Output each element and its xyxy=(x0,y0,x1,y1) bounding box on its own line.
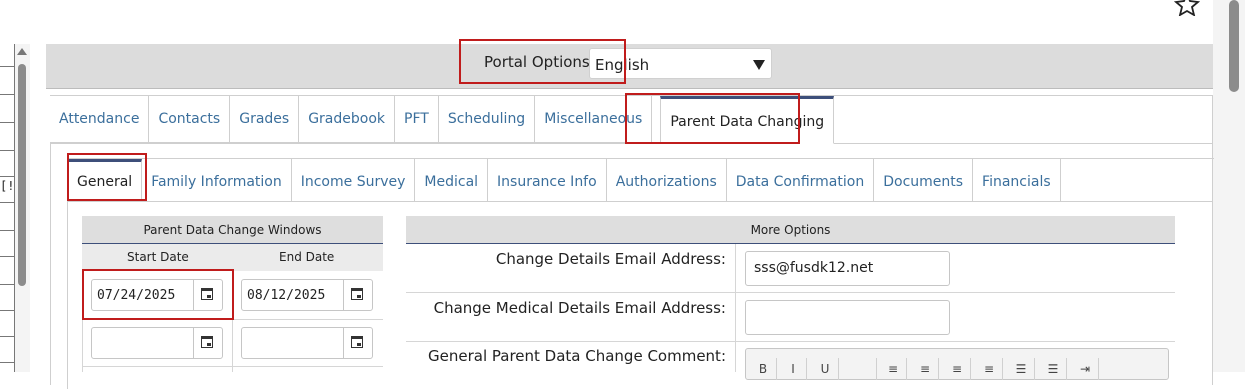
end-date-input-2[interactable] xyxy=(241,327,373,359)
tab-gradebook[interactable]: Gradebook xyxy=(299,96,396,143)
change-email-label: Change Details Email Address: xyxy=(495,250,726,268)
tab-medical[interactable]: Medical xyxy=(415,159,489,201)
left-grid-strip: [!] xyxy=(0,44,22,372)
sub-tab-bar: General Family Information Income Survey… xyxy=(68,159,1061,201)
left-scrollbar[interactable] xyxy=(15,44,30,372)
tab-contacts[interactable]: Contacts xyxy=(149,96,231,143)
numbered-list-icon[interactable]: ☰ xyxy=(1040,358,1067,380)
italic-icon[interactable]: I xyxy=(780,358,807,380)
indent-icon[interactable]: ⇥ xyxy=(1072,358,1099,380)
highlight-start-date xyxy=(82,269,234,320)
highlight-parent-data-changing xyxy=(625,93,800,144)
font-menu-icon[interactable] xyxy=(846,358,877,380)
medical-email-input[interactable] xyxy=(745,300,950,335)
medical-email-label: Change Medical Details Email Address: xyxy=(433,299,726,317)
change-windows-title: Parent Data Change Windows xyxy=(82,216,383,243)
bold-icon[interactable]: B xyxy=(750,358,777,380)
calendar-button[interactable] xyxy=(343,328,372,358)
tab-data-confirmation[interactable]: Data Confirmation xyxy=(726,159,875,201)
tab-attendance[interactable]: Attendance xyxy=(50,96,150,143)
calendar-button[interactable] xyxy=(343,280,372,310)
underline-icon[interactable]: U xyxy=(812,358,839,380)
calendar-button[interactable] xyxy=(193,328,222,358)
start-date-header: Start Date xyxy=(127,250,189,264)
row-divider xyxy=(406,341,1175,342)
page-scrollbar[interactable] xyxy=(1213,0,1245,372)
comment-editor[interactable]: B I U ≡ ≡ ≡ ≡ ☰ ☰ ⇥ xyxy=(745,348,1169,380)
tab-documents[interactable]: Documents xyxy=(874,159,974,201)
left-scrollbar-thumb[interactable] xyxy=(18,64,26,286)
bullet-list-icon[interactable]: ☰ xyxy=(1008,358,1035,380)
highlight-general-tab xyxy=(67,153,147,201)
scroll-up-arrow-icon[interactable] xyxy=(17,48,27,55)
align-center-icon[interactable]: ≡ xyxy=(912,358,939,380)
tab-income-survey[interactable]: Income Survey xyxy=(291,159,416,201)
highlight-portal-options xyxy=(459,39,626,84)
align-justify-icon[interactable]: ≡ xyxy=(976,358,1003,380)
calendar-icon xyxy=(351,336,363,348)
more-options-title: More Options xyxy=(406,216,1175,244)
star-icon[interactable] xyxy=(1174,0,1200,16)
tab-grades[interactable]: Grades xyxy=(230,96,300,143)
tab-financials[interactable]: Financials xyxy=(973,159,1061,201)
align-right-icon[interactable]: ≡ xyxy=(944,358,971,380)
tab-insurance-info[interactable]: Insurance Info xyxy=(488,159,607,201)
row-divider xyxy=(82,366,383,367)
align-left-icon[interactable]: ≡ xyxy=(880,358,907,380)
end-date-header: End Date xyxy=(279,250,335,264)
tab-pft[interactable]: PFT xyxy=(395,96,439,143)
options-column-divider xyxy=(735,244,736,372)
start-date-input-2[interactable] xyxy=(91,327,223,359)
end-date-value-1: 08/12/2025 xyxy=(247,288,326,303)
sub-tabs-divider xyxy=(68,201,1213,202)
row-divider xyxy=(406,292,1175,293)
comment-label: General Parent Data Change Comment: xyxy=(428,347,726,365)
chevron-down-icon xyxy=(753,60,765,70)
tab-authorizations[interactable]: Authorizations xyxy=(606,159,727,201)
calendar-icon xyxy=(201,336,213,348)
page-scrollbar-thumb[interactable] xyxy=(1229,0,1239,92)
tab-scheduling[interactable]: Scheduling xyxy=(438,96,536,143)
change-windows-column-headers: Start Date End Date xyxy=(82,243,383,271)
calendar-icon xyxy=(351,288,363,300)
end-date-input-1[interactable]: 08/12/2025 xyxy=(241,279,373,311)
tab-family-information[interactable]: Family Information xyxy=(142,159,292,201)
change-email-input[interactable]: sss@fusdk12.net xyxy=(745,251,950,286)
